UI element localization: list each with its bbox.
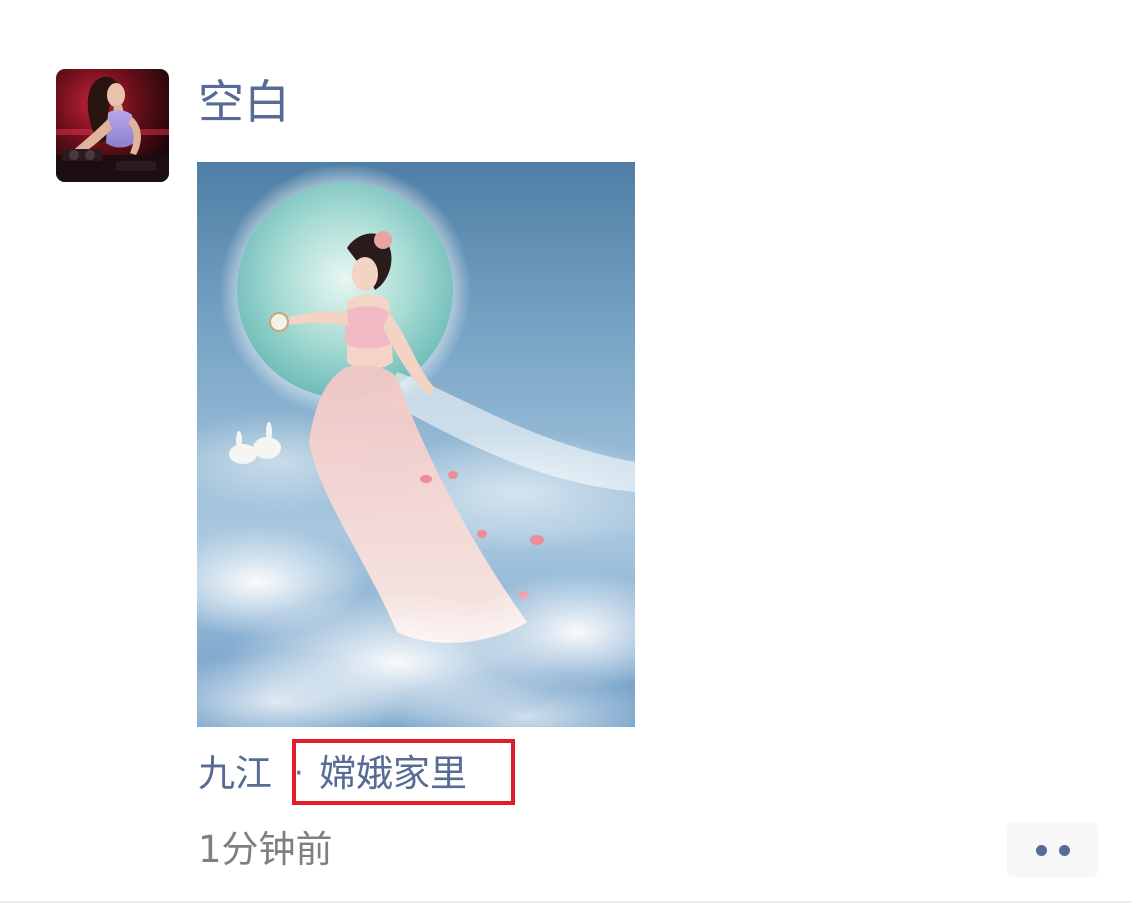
more-actions-button[interactable] — [1007, 822, 1098, 877]
author-avatar[interactable] — [56, 69, 169, 182]
post-divider — [0, 901, 1132, 903]
moon-goddess-photo-icon — [197, 162, 635, 727]
author-name[interactable]: 空白 — [198, 70, 290, 134]
post-photo[interactable] — [197, 162, 635, 727]
location-separator: · — [294, 756, 304, 791]
post-timestamp: 1分钟前 — [198, 828, 333, 871]
moments-post: 空白 九江 · 嫦娥家里 1分钟前 — [0, 0, 1132, 921]
more-dots-icon — [1036, 845, 1047, 856]
location-city: 九江 — [198, 752, 272, 795]
avatar-photo-icon — [56, 69, 169, 182]
more-dots-icon — [1059, 845, 1070, 856]
location-place: 嫦娥家里 — [319, 752, 467, 795]
